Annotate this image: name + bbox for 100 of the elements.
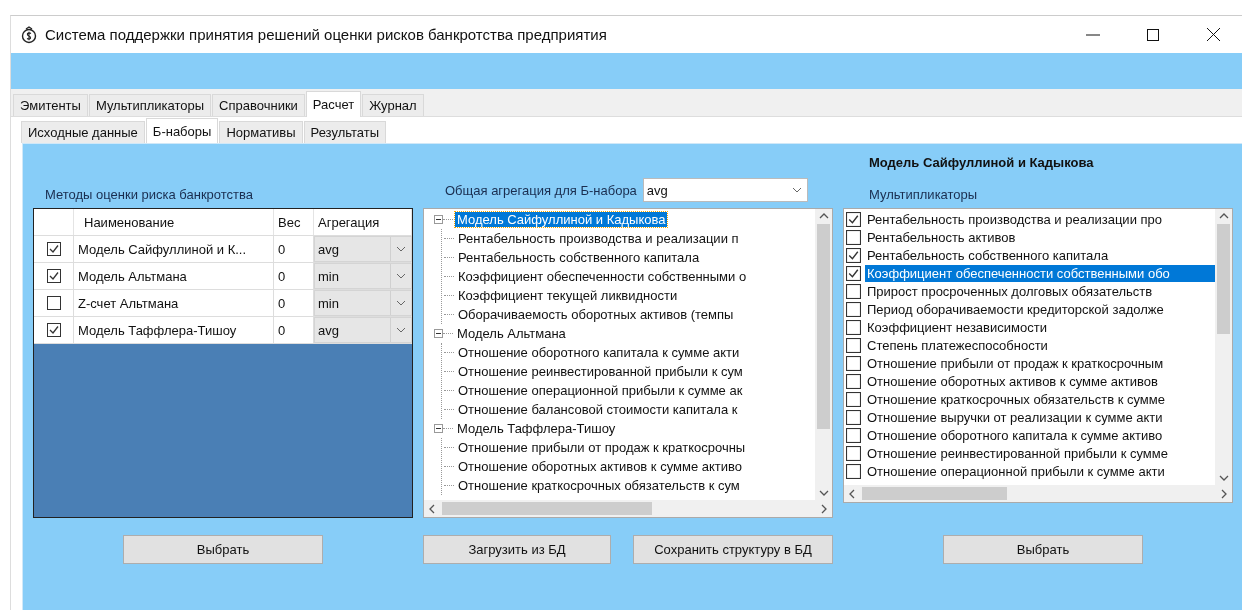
checkbox[interactable] <box>846 373 861 389</box>
tree-item[interactable]: Отношение оборотных активов к сумме активо <box>456 459 744 474</box>
list-item[interactable]: Прирост просроченных долговых обязательств <box>865 282 1215 300</box>
column-header[interactable]: Агрегация <box>314 209 412 235</box>
table-cell: Модель Таффлера-Тишоу <box>74 317 274 343</box>
methods-label: Методы оценки риска банкротства <box>45 187 255 202</box>
checkbox[interactable] <box>846 445 861 461</box>
list-item[interactable]: Отношение прибыли от продаж к краткосрочным <box>865 354 1215 372</box>
tab[interactable]: Журнал <box>362 94 424 116</box>
save-button[interactable]: Сохранить структуру в БД <box>633 535 833 564</box>
checkbox[interactable] <box>846 409 861 425</box>
checkbox[interactable] <box>846 211 861 227</box>
aggregation-label: Общая агрегация для Б-набора <box>445 182 637 198</box>
list-item[interactable]: Отношение оборотного капитала к сумме активо <box>865 426 1215 444</box>
scroll-down-icon[interactable] <box>1218 474 1229 482</box>
aggregation-cell-dropdown[interactable]: min <box>314 263 412 289</box>
list-item[interactable]: Степень платежеспособности <box>865 336 1215 354</box>
table-cell: Z-счет Альтмана <box>74 290 274 316</box>
scroll-up-icon[interactable] <box>1218 212 1229 220</box>
chevron-down-icon <box>396 327 406 333</box>
tree-item[interactable]: Оборачиваемость оборотных активов (темпы <box>456 307 736 322</box>
column-header[interactable]: Наименование <box>74 209 274 235</box>
collapse-icon[interactable] <box>434 329 443 338</box>
tree-item[interactable]: Модель Альтмана <box>455 326 568 341</box>
horizontal-scrollbar[interactable] <box>844 485 1232 502</box>
vertical-scrollbar[interactable] <box>1215 209 1232 485</box>
vertical-scrollbar[interactable] <box>815 209 832 500</box>
select-button[interactable]: Выбрать <box>123 535 323 564</box>
sub-tab[interactable]: Б-наборы <box>145 118 219 144</box>
checkbox[interactable] <box>846 355 861 371</box>
dollar-coin-icon <box>21 25 37 44</box>
list-item[interactable]: Отношение реинвестированной прибыли к сумме <box>865 444 1215 462</box>
list-item[interactable]: Рентабельность собственного капитала <box>865 246 1215 264</box>
tree-item[interactable]: Модель Сайфуллиной и Кадыкова <box>455 212 668 227</box>
tab[interactable]: Мультипликаторы <box>88 94 212 116</box>
checkbox[interactable] <box>846 247 861 263</box>
tree-item[interactable]: Отношение реинвестированной прибыли к сум <box>456 364 745 379</box>
checkbox[interactable] <box>46 242 61 256</box>
aggregation-cell-dropdown[interactable]: min <box>314 290 412 316</box>
scroll-left-icon[interactable] <box>428 503 436 514</box>
tab[interactable]: Справочники <box>212 94 305 116</box>
sub-tab[interactable]: Результаты <box>303 121 387 143</box>
list-item[interactable]: Отношение оборотных активов к сумме активов <box>865 372 1215 390</box>
tree-item[interactable]: Отношение операционной прибыли к сумме ак <box>456 383 745 398</box>
tree-item[interactable]: Коэффициент обеспеченности собственными о <box>456 269 749 284</box>
aggregation-cell-dropdown[interactable]: avg <box>314 317 412 343</box>
tab[interactable]: Расчет <box>305 91 362 117</box>
collapse-icon[interactable] <box>434 424 443 433</box>
checkbox[interactable] <box>846 265 861 281</box>
multipliers-label: Мультипликаторы <box>869 187 979 202</box>
scroll-left-icon[interactable] <box>848 488 856 499</box>
tree-item[interactable]: Отношение краткосрочных обязательств к сум <box>456 478 742 493</box>
tree-item[interactable]: Отношение прибыли от продаж к краткосрочны <box>456 440 748 455</box>
checkbox[interactable] <box>846 337 861 353</box>
horizontal-scrollbar[interactable] <box>424 500 832 517</box>
list-item[interactable]: Рентабельность производства и реализации про <box>865 210 1215 228</box>
list-item[interactable]: Отношение выручки от реализации к сумме акти <box>865 408 1215 426</box>
checkbox[interactable] <box>46 296 61 310</box>
tree-item[interactable]: Модель Таффлера-Тишоу <box>455 421 618 436</box>
checkbox[interactable] <box>46 269 61 283</box>
list-item[interactable]: Рентабельность активов <box>865 228 1215 246</box>
column-header[interactable]: Вес <box>274 209 314 235</box>
tree-item[interactable]: Отношение оборотного капитала к сумме акти <box>456 345 742 360</box>
list-item[interactable]: Период оборачиваемости кредиторской задолже <box>865 300 1215 318</box>
chevron-down-icon <box>396 246 406 252</box>
scroll-right-icon[interactable] <box>1220 488 1228 499</box>
checkbox[interactable] <box>846 427 861 443</box>
collapse-icon[interactable] <box>434 215 443 224</box>
list-item[interactable]: Коэффициент обеспеченности собственными обо <box>865 264 1215 282</box>
checkbox[interactable] <box>846 391 861 407</box>
minimize-icon <box>1086 33 1100 36</box>
tree-item[interactable]: Рентабельность производства и реализации п <box>456 231 741 246</box>
tree-item[interactable]: Отношение балансовой стоимости капитала к <box>456 402 740 417</box>
chevron-down-icon <box>791 187 802 193</box>
checkbox[interactable] <box>846 319 861 335</box>
maximize-icon <box>1147 28 1159 41</box>
list-item[interactable]: Коэффициент независимости <box>865 318 1215 336</box>
scroll-up-icon[interactable] <box>818 212 829 220</box>
tree-item[interactable]: Рентабельность собственного капитала <box>456 250 702 265</box>
select-button[interactable]: Выбрать <box>943 535 1143 564</box>
sub-tab[interactable]: Исходные данные <box>21 121 145 143</box>
scroll-down-icon[interactable] <box>818 489 829 497</box>
checkbox[interactable] <box>846 301 861 317</box>
checkbox[interactable] <box>46 323 61 337</box>
scroll-right-icon[interactable] <box>820 503 828 514</box>
table-cell: Модель Сайфуллиной и К... <box>74 236 274 262</box>
sub-tab[interactable]: Нормативы <box>219 121 303 143</box>
list-item[interactable]: Отношение краткосрочных обязательств к сумме <box>865 390 1215 408</box>
tree-item[interactable]: Коэффициент текущей ликвидности <box>456 288 680 303</box>
checkbox[interactable] <box>846 229 861 245</box>
checkbox[interactable] <box>846 283 861 299</box>
table-cell: Модель Альтмана <box>74 263 274 289</box>
load-button[interactable]: Загрузить из БД <box>423 535 611 564</box>
tab[interactable]: Эмитенты <box>13 94 88 116</box>
aggregation-dropdown[interactable]: avg <box>642 178 808 202</box>
aggregation-cell-dropdown[interactable]: avg <box>314 236 412 262</box>
chevron-down-icon <box>396 300 406 306</box>
close-icon <box>1206 28 1220 41</box>
checkbox[interactable] <box>846 463 861 479</box>
list-item[interactable]: Отношение операционной прибыли к сумме акти <box>865 462 1215 480</box>
